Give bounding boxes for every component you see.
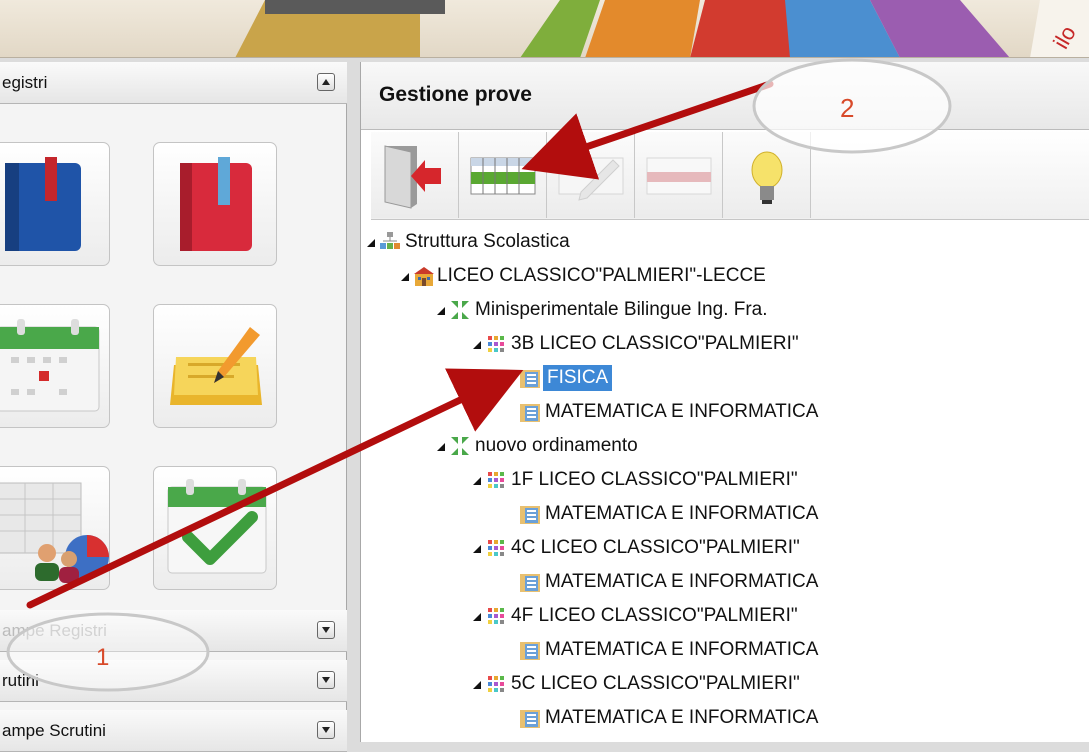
panel-header: Gestione prove [361, 62, 1089, 130]
folder-icon [520, 370, 540, 388]
tree-label: MATEMATICA E INFORMATICA [545, 707, 819, 728]
spreadsheet-chart-icon [0, 482, 109, 583]
class-grid-icon [488, 472, 504, 488]
notepad-pencil-icon [170, 327, 262, 405]
class-grid-icon [488, 540, 504, 556]
exit-icon [384, 145, 441, 209]
folder-icon [520, 574, 540, 592]
class-grid-icon [488, 336, 504, 352]
course-arrows-icon [451, 301, 469, 319]
tree-label: MATEMATICA E INFORMATICA [545, 503, 819, 524]
tree-label: nuovo ordinamento [475, 435, 638, 456]
tree-label: MATEMATICA E INFORMATICA [545, 401, 819, 422]
chevron-down-icon [322, 677, 330, 683]
toolbar [371, 130, 1089, 220]
tree-label: Minisperimentale Bilingue Ing. Fra. [475, 299, 768, 320]
stampe-scrutini-header[interactable]: ampe Scrutini [0, 710, 347, 752]
expand-arrow-icon[interactable] [437, 307, 445, 315]
exit-button[interactable] [371, 132, 459, 218]
folder-icon [520, 710, 540, 728]
school-building-icon [414, 267, 434, 286]
class-grid-icon [488, 676, 504, 692]
banner-graphic: ilo [235, 0, 1089, 57]
red-book-icon [180, 157, 252, 251]
chevron-up-icon [322, 79, 330, 85]
expand-button[interactable] [317, 671, 335, 689]
pencil-icon [558, 157, 624, 201]
stampe-scrutini-label: ampe Scrutini [2, 721, 106, 740]
folder-icon [520, 506, 540, 524]
expand-arrow-icon[interactable] [437, 443, 445, 451]
expand-arrow-icon[interactable] [473, 477, 481, 485]
checkmark-tile[interactable] [153, 466, 277, 590]
edit-prova-button[interactable] [547, 132, 635, 218]
tree-label: 1F LICEO CLASSICO"PALMIERI" [511, 469, 798, 490]
class-grid-icon [488, 608, 504, 624]
new-prova-button[interactable] [459, 132, 547, 218]
registro-red-tile[interactable] [153, 142, 277, 266]
chevron-down-icon [322, 727, 330, 733]
scrutini-header[interactable]: rutini [0, 660, 347, 702]
blue-book-icon [5, 157, 81, 251]
course-arrows-icon [451, 437, 469, 455]
notes-tile[interactable] [153, 304, 277, 428]
tree-label: 3B LICEO CLASSICO"PALMIERI" [511, 333, 799, 354]
delete-prova-button[interactable] [635, 132, 723, 218]
tree-label: MATEMATICA E INFORMATICA [545, 571, 819, 592]
registro-blue-tile[interactable] [0, 142, 110, 266]
stampe-registri-label: ampe Registri [2, 621, 107, 640]
tree-label: LICEO CLASSICO"PALMIERI"-LECCE [437, 265, 766, 286]
folder-icon [520, 404, 540, 422]
tree-label-selected: FISICA [543, 365, 613, 391]
tree-label: 4F LICEO CLASSICO"PALMIERI" [511, 605, 798, 626]
tree-label: Struttura Scolastica [405, 231, 570, 252]
scrutini-label: rutini [2, 671, 39, 690]
expand-arrow-icon[interactable] [473, 681, 481, 689]
minus-grid-icon [646, 157, 712, 195]
collapse-button[interactable] [317, 73, 335, 91]
expand-button[interactable] [317, 721, 335, 739]
tree-label: MATEMATICA E INFORMATICA [545, 639, 819, 660]
expand-arrow-icon[interactable] [473, 545, 481, 553]
calendar-tile[interactable] [0, 304, 110, 428]
expand-arrow-icon[interactable] [367, 239, 375, 247]
right-panel: Gestione prove Struttura Scolastica LICE… [360, 62, 1089, 742]
expand-arrow-icon[interactable] [473, 341, 481, 349]
folder-icon [520, 642, 540, 660]
lightbulb-icon [751, 151, 783, 204]
tree-label: 4C LICEO CLASSICO"PALMIERI" [511, 537, 800, 558]
registri-label: egistri [2, 73, 48, 92]
tree-label: 5C LICEO CLASSICO"PALMIERI" [511, 673, 800, 694]
stampe-registri-header[interactable]: ampe Registri [0, 610, 347, 652]
left-panel: egistri ampe Registri rutini ampe Scruti… [0, 62, 347, 752]
chevron-down-icon [322, 627, 330, 633]
expand-button[interactable] [317, 621, 335, 639]
calendar-icon [0, 319, 100, 412]
page-title: Gestione prove [379, 83, 532, 106]
expand-arrow-icon[interactable] [473, 613, 481, 621]
expand-arrow-icon[interactable] [401, 273, 409, 281]
help-button[interactable] [723, 132, 811, 218]
registri-header[interactable]: egistri [0, 62, 347, 104]
top-banner: ilo [0, 0, 1089, 58]
hierarchy-icon [380, 232, 400, 249]
report-tile[interactable] [0, 466, 110, 590]
calendar-check-icon [167, 479, 267, 574]
grid-icon [470, 157, 536, 195]
